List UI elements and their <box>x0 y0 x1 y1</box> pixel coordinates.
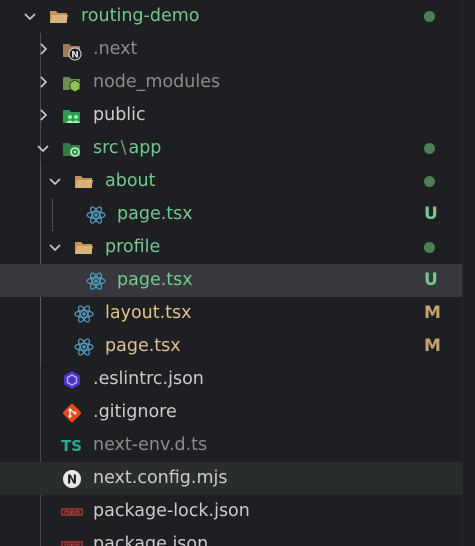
file-label-package-lock: package-lock.json <box>93 501 250 521</box>
tree-row-app-page-tsx[interactable]: page.tsx M <box>0 330 462 363</box>
chevron-right-icon[interactable] <box>35 107 51 123</box>
folder-label-routing-demo: routing-demo <box>81 6 200 26</box>
svg-text:N: N <box>67 473 77 487</box>
folder-open-icon <box>75 176 93 188</box>
chevron-right-icon[interactable] <box>35 74 51 90</box>
chevron-down-icon[interactable] <box>47 239 63 255</box>
npm-icon <box>61 508 83 516</box>
next-folder-icon: N <box>63 44 82 61</box>
tree-row-package-json[interactable]: package.json <box>0 528 462 546</box>
tree-row-layout-tsx[interactable]: layout.tsx M <box>0 297 462 330</box>
tree-row-profile-page-tsx[interactable]: page.tsx U <box>0 264 462 297</box>
git-icon <box>62 403 82 423</box>
git-badge-untracked: U <box>424 270 438 290</box>
folder-label-src: src <box>93 138 119 158</box>
eslint-icon <box>64 371 80 389</box>
tree-row-node-modules[interactable]: node_modules <box>0 66 462 99</box>
git-badge-modified: M <box>424 336 441 356</box>
public-folder-icon <box>63 110 80 123</box>
git-badge-untracked: U <box>424 204 438 224</box>
folder-label-node-modules: node_modules <box>93 72 221 92</box>
tree-row-next-config[interactable]: N next.config.mjs <box>0 462 462 495</box>
git-status-dot <box>424 11 435 22</box>
tree-row-about[interactable]: about <box>0 165 462 198</box>
typescript-icon: TS <box>61 437 83 455</box>
tree-row-src-app[interactable]: src \ app <box>0 132 462 165</box>
tree-row-public[interactable]: public <box>0 99 462 132</box>
tree-row-about-page-tsx[interactable]: page.tsx U <box>0 198 462 231</box>
folder-open-icon <box>75 242 93 254</box>
git-status-dot <box>424 176 435 187</box>
folder-label-profile: profile <box>105 237 161 257</box>
chevron-down-icon[interactable] <box>35 140 51 156</box>
file-label-eslintrc: .eslintrc.json <box>93 369 204 389</box>
file-explorer-tree: routing-demo N .next node_modules public <box>0 0 462 546</box>
react-icon <box>74 338 94 356</box>
folder-label-app: app <box>128 138 162 158</box>
react-icon <box>86 272 106 290</box>
file-label-layout-tsx: layout.tsx <box>105 303 192 323</box>
tree-row-package-lock[interactable]: package-lock.json <box>0 495 462 528</box>
node-folder-icon <box>63 77 81 93</box>
tree-row-gitignore[interactable]: .gitignore <box>0 396 462 429</box>
folder-open-icon <box>50 11 68 23</box>
next-icon: N <box>63 470 81 488</box>
git-badge-modified: M <box>424 303 441 323</box>
react-icon <box>86 206 106 224</box>
chevron-down-icon[interactable] <box>22 8 38 24</box>
vertical-scrollbar[interactable] <box>462 0 475 546</box>
svg-text:N: N <box>71 51 79 61</box>
file-label-next-config: next.config.mjs <box>93 468 228 488</box>
npm-icon <box>61 541 83 546</box>
file-label-page-tsx: page.tsx <box>105 336 181 356</box>
path-separator: \ <box>120 138 127 158</box>
tree-row-routing-demo[interactable]: routing-demo <box>0 0 462 33</box>
git-status-dot <box>424 242 435 253</box>
folder-label-public: public <box>93 105 146 125</box>
folder-label-about: about <box>105 171 156 191</box>
file-label-gitignore: .gitignore <box>93 402 177 422</box>
tree-row-eslintrc[interactable]: .eslintrc.json <box>0 363 462 396</box>
react-icon <box>74 305 94 323</box>
tree-row-next-env[interactable]: TS next-env.d.ts <box>0 429 462 462</box>
file-label-page-tsx: page.tsx <box>117 204 193 224</box>
file-label-page-tsx: page.tsx <box>117 270 193 290</box>
git-status-dot <box>424 143 435 154</box>
file-label-package-json: package.json <box>93 534 209 546</box>
tree-row-next-folder[interactable]: N .next <box>0 33 462 66</box>
folder-label-next: .next <box>93 39 138 59</box>
app-folder-icon <box>63 143 80 157</box>
chevron-down-icon[interactable] <box>47 173 63 189</box>
folder-label-src-app: src \ app <box>93 137 161 159</box>
tree-row-profile[interactable]: profile <box>0 231 462 264</box>
chevron-right-icon[interactable] <box>35 41 51 57</box>
file-label-next-env: next-env.d.ts <box>93 435 208 455</box>
